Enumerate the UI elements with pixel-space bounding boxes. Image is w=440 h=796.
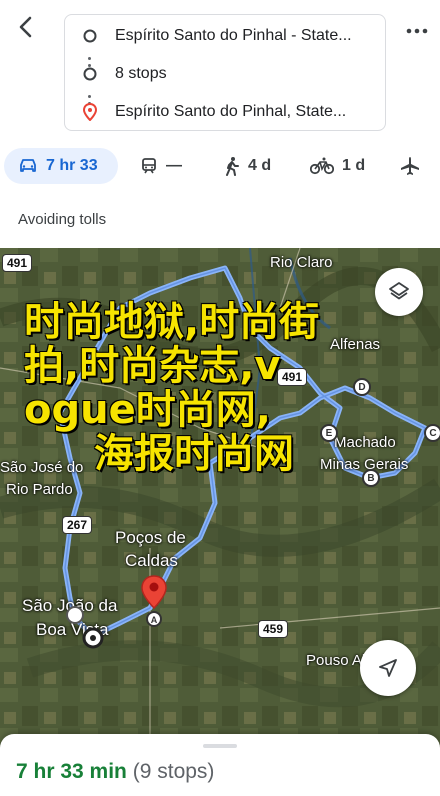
origin-circle-icon bbox=[83, 29, 97, 43]
mode-drive[interactable]: 7 hr 33 bbox=[4, 148, 118, 184]
stop-intermediate[interactable]: 8 stops bbox=[65, 55, 385, 93]
mode-transit-label: — bbox=[166, 157, 182, 174]
bike-icon bbox=[310, 157, 334, 175]
walk-icon bbox=[226, 157, 239, 176]
watermark-overlay: 时尚地狱,时尚街 拍,时尚杂志,v ogue时尚网, 海报时尚网 bbox=[24, 300, 404, 476]
stops-card[interactable]: Espírito Santo do Pinhal - State... 8 st… bbox=[64, 14, 386, 131]
intermediate-stops-label: 8 stops bbox=[115, 65, 167, 82]
watermark-line-3: ogue时尚网, bbox=[24, 387, 271, 433]
stop-circle-icon bbox=[83, 67, 97, 81]
route-stops-count: (9 stops) bbox=[132, 760, 215, 783]
navigation-arrow-icon bbox=[379, 659, 397, 677]
route-duration: 7 hr 33 min bbox=[16, 760, 127, 783]
mode-walk-label: 4 d bbox=[248, 157, 272, 174]
route-summary: 7 hr 33 min (9 stops) bbox=[16, 760, 214, 784]
waypoint-stop[interactable] bbox=[66, 606, 84, 624]
waypoint-c[interactable]: C bbox=[424, 424, 440, 442]
directions-header: Espírito Santo do Pinhal - State... 8 st… bbox=[0, 0, 440, 140]
flight-icon bbox=[401, 157, 419, 175]
car-icon bbox=[20, 159, 36, 172]
mode-bike[interactable]: 1 d bbox=[310, 148, 365, 184]
start-marker-icon[interactable] bbox=[82, 627, 104, 649]
map-label-rio-pardo: Rio Pardo bbox=[6, 481, 73, 498]
back-button[interactable] bbox=[10, 10, 42, 44]
watermark-line-1: 时尚地狱,时尚街 bbox=[24, 299, 320, 345]
mode-walk[interactable]: 4 d bbox=[224, 148, 271, 184]
mode-drive-label: 7 hr 33 bbox=[46, 157, 98, 174]
stop-destination[interactable]: Espírito Santo do Pinhal, State... bbox=[65, 93, 385, 131]
road-shield-267: 267 bbox=[62, 516, 93, 534]
more-options-button[interactable] bbox=[400, 14, 434, 48]
destination-pin-icon bbox=[83, 103, 97, 121]
road-shield-459: 459 bbox=[258, 620, 289, 638]
route-summary-sheet[interactable]: 7 hr 33 min (9 stops) bbox=[0, 734, 440, 796]
svg-text:A: A bbox=[151, 615, 158, 625]
avoiding-tolls-label: Avoiding tolls bbox=[18, 211, 107, 228]
watermark-line-4: 海报时尚网 bbox=[94, 431, 294, 477]
travel-mode-bar: 7 hr 33 — 4 d 1 d bbox=[0, 145, 440, 187]
train-icon bbox=[142, 158, 156, 174]
destination-label: Espírito Santo do Pinhal, State... bbox=[115, 103, 347, 120]
mode-flight[interactable] bbox=[400, 148, 420, 184]
more-horiz-icon bbox=[406, 28, 428, 34]
mode-bike-label: 1 d bbox=[342, 157, 366, 174]
destination-pin-marker-icon[interactable]: A bbox=[140, 574, 168, 630]
road-shield-491-west: 491 bbox=[2, 254, 33, 272]
map-label-rio-claro: Rio Claro bbox=[270, 254, 333, 271]
watermark-line-2: 拍,时尚杂志,v bbox=[24, 343, 281, 389]
my-location-button[interactable] bbox=[360, 640, 416, 696]
sheet-drag-handle[interactable] bbox=[203, 744, 237, 748]
mode-transit[interactable]: — bbox=[140, 148, 182, 184]
origin-label: Espírito Santo do Pinhal - State... bbox=[115, 27, 352, 44]
map-label-pocos: Poços de bbox=[115, 528, 186, 547]
stop-origin[interactable]: Espírito Santo do Pinhal - State... bbox=[65, 17, 385, 55]
arrow-back-icon bbox=[19, 16, 32, 38]
map-label-caldas: Caldas bbox=[125, 551, 178, 570]
